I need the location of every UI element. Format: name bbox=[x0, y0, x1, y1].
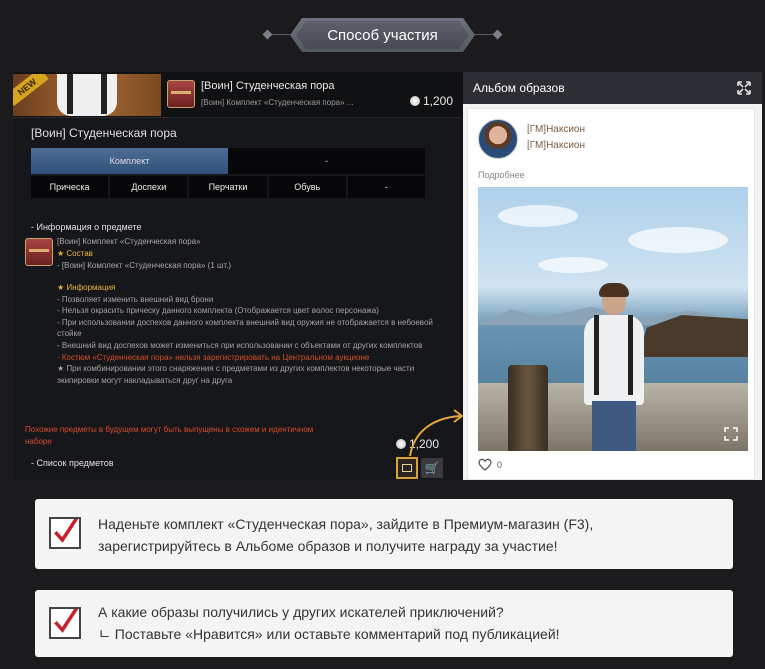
info-chest-icon bbox=[25, 238, 53, 266]
album-photo[interactable] bbox=[478, 187, 748, 451]
pearl-coin-icon bbox=[409, 96, 420, 106]
album-header: Альбом образов bbox=[463, 72, 762, 104]
desc-line: - Внешний вид доспехов может измениться … bbox=[57, 340, 423, 350]
tab-set[interactable]: Комплект bbox=[31, 148, 228, 174]
style-album-panel: Альбом образов [ГМ]Наксион [ГМ]Наксион П… bbox=[463, 72, 762, 480]
costume-chest-icon bbox=[167, 80, 195, 108]
desc-line-auction: - Костюм «Студенческая пора» нельзя заре… bbox=[57, 352, 370, 362]
item-title: [Воин] Студенческая пора bbox=[31, 126, 177, 140]
instruction-card-register: Наденьте комплект «Студенческая пора», з… bbox=[35, 499, 733, 569]
banner-left-ornament bbox=[262, 29, 273, 40]
new-badge: NEW bbox=[13, 74, 49, 107]
pearl-coin-icon bbox=[396, 439, 406, 449]
future-items-note: Похожие предметы в будущем могут быть вы… bbox=[25, 425, 314, 446]
desc-line: - Нельзя окрасить прическу данного компл… bbox=[57, 306, 379, 316]
album-title: Альбом образов bbox=[473, 81, 565, 95]
checkbox-checked-icon bbox=[49, 517, 81, 549]
desc-line: - Позволяет изменить внешний вид брони bbox=[57, 294, 214, 304]
banner-plate: Способ участия bbox=[290, 18, 475, 52]
instruction-text: Наденьте комплект «Студенческая пора», з… bbox=[98, 513, 593, 557]
item-top-price: 1,200 bbox=[409, 94, 453, 108]
info-line-set: [Воин] Комплект «Студенческая пора» bbox=[57, 237, 201, 246]
banner-title: Способ участия bbox=[327, 26, 438, 44]
item-list-header[interactable]: - Список предметов bbox=[31, 458, 114, 468]
part-hair-button[interactable]: Прическа bbox=[31, 176, 109, 198]
zoom-icon[interactable] bbox=[724, 427, 738, 441]
banner-right-ornament bbox=[492, 29, 503, 40]
set-parts-row: Прическа Доспехи Перчатки Обувь - bbox=[31, 176, 426, 198]
instruction-line: зарегистрируйтесь в Альбоме образов и по… bbox=[98, 538, 558, 554]
author-name[interactable]: [ГМ]Наксион bbox=[527, 124, 585, 135]
instruction-card-like: А какие образы получились у других искат… bbox=[35, 590, 733, 657]
set-tabs: Комплект - bbox=[31, 148, 425, 174]
desc-line: - При использовании доспехов данного ком… bbox=[57, 317, 433, 339]
item-description: ★ Информация - Позволяет изменить внешни… bbox=[57, 282, 447, 386]
item-header-strip: NEW [Воин] Студенческая пора [Воин] Комп… bbox=[13, 72, 461, 118]
part-gloves-button[interactable]: Перчатки bbox=[189, 176, 267, 198]
like-count: 0 bbox=[497, 459, 503, 470]
cart-icon: 🛒 bbox=[424, 461, 440, 475]
game-screenshot: NEW [Воин] Студенческая пора [Воин] Комп… bbox=[13, 72, 762, 480]
instruction-line: ㄴ Поставьте «Нравится» или оставьте комм… bbox=[98, 626, 560, 642]
like-row: 0 bbox=[478, 458, 502, 471]
instruction-line: Наденьте комплект «Студенческая пора», з… bbox=[98, 516, 594, 532]
expand-icon[interactable] bbox=[736, 80, 752, 96]
details-link[interactable]: Подробнее bbox=[478, 170, 525, 180]
avatar[interactable] bbox=[478, 119, 518, 159]
photo-frame-icon bbox=[402, 464, 412, 472]
desc-header: ★ Информация bbox=[57, 283, 116, 292]
section-banner: Способ участия bbox=[0, 18, 765, 52]
pointer-arrow-icon bbox=[409, 409, 464, 457]
checkbox-checked-icon bbox=[49, 607, 81, 639]
instruction-text: А какие образы получились у других искат… bbox=[98, 601, 560, 645]
item-detail-panel: NEW [Воин] Студенческая пора [Воин] Комп… bbox=[13, 72, 461, 480]
item-top-subtitle: [Воин] Комплект «Студенческая пора» ... bbox=[201, 98, 354, 107]
instruction-line: А какие образы получились у других искат… bbox=[98, 604, 504, 620]
item-preview-thumbnail[interactable]: NEW bbox=[13, 74, 161, 116]
part-empty-button[interactable]: - bbox=[347, 176, 426, 198]
info-line-composition: ★ Состав bbox=[57, 249, 93, 258]
item-top-name: [Воин] Студенческая пора bbox=[201, 80, 335, 92]
album-post: [ГМ]Наксион [ГМ]Наксион Подробнее 0 bbox=[467, 108, 755, 480]
tab-empty[interactable]: - bbox=[228, 148, 425, 174]
info-line-part: - [Воин] Комплект «Студенческая пора» (1… bbox=[57, 261, 232, 270]
part-armor-button[interactable]: Доспехи bbox=[110, 176, 188, 198]
desc-line: ★ При комбинировании этого снаряжения с … bbox=[57, 364, 415, 385]
part-shoes-button[interactable]: Обувь bbox=[268, 176, 346, 198]
author-character: [ГМ]Наксион bbox=[527, 140, 586, 151]
heart-icon[interactable] bbox=[478, 458, 492, 471]
info-section-header[interactable]: - Информация о предмете bbox=[31, 222, 141, 232]
